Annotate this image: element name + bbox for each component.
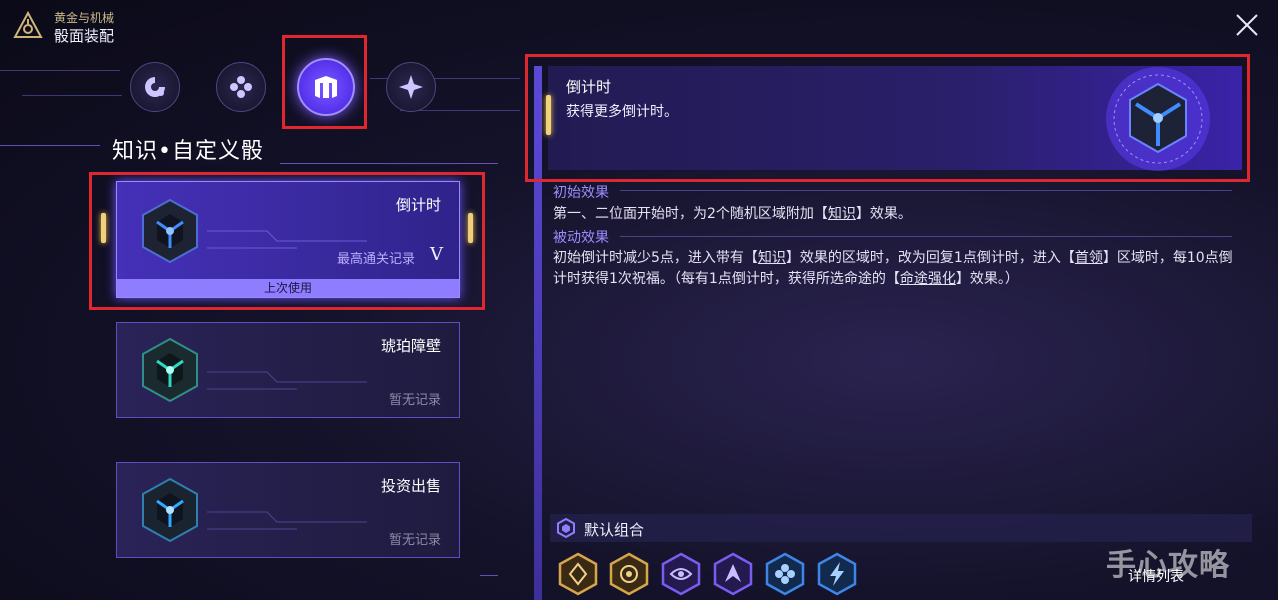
detail-dice-name: 倒计时 [566,78,612,96]
dice-name: 琥珀障壁 [380,337,441,355]
combo-icon [557,518,575,538]
app-title: 骰面装配 [54,27,115,45]
gold-swirl-icon[interactable] [607,552,651,596]
tab-knowledge[interactable] [297,58,355,116]
app-logo-icon [13,10,43,38]
harmony-path-icon [399,75,423,99]
blue-bolt-icon[interactable] [815,552,859,596]
dice-name: 倒计时 [395,196,441,214]
abundance-path-icon [230,76,252,98]
default-combo-bar [550,514,1252,542]
tab-memory[interactable] [130,62,180,112]
passive-effect-title: 被动效果 [553,230,609,246]
detail-marker [546,95,551,135]
selection-marker-left [101,213,106,243]
circuit-decoration [207,371,367,390]
keyword-knowledge[interactable]: 知识 [758,250,786,266]
last-used-badge: 上次使用 [117,279,459,297]
knowledge-path-icon [315,76,337,98]
purple-arrow-icon[interactable] [711,552,755,596]
tab-abundance[interactable] [216,62,266,112]
dice-name: 投资出售 [380,477,441,495]
investment-sale-cube-icon [142,477,198,543]
keyword-knowledge[interactable]: 知识 [828,206,856,222]
dice-card-amber-barrier[interactable]: 琥珀障壁 暂无记录 [116,322,460,418]
circuit-decoration [207,511,367,530]
keyword-boss[interactable]: 首领 [1075,250,1103,266]
blue-flower-icon[interactable] [763,552,807,596]
detail-cube-icon [1106,67,1210,171]
details-list-link[interactable]: 详情列表 [1128,566,1184,586]
memory-path-icon [145,77,165,97]
detail-dice-description: 获得更多倒计时。 [566,104,678,120]
right-panel-rail [534,66,542,600]
purple-eye-icon[interactable] [659,552,703,596]
initial-effect-title: 初始效果 [553,185,609,201]
dice-card-countdown[interactable]: 倒计时 最高通关记录 V 上次使用 [116,181,460,298]
passive-effect-text: 初始倒计时减少5点，进入带有【知识】效果的区域时，改为回复1点倒计时，进入【首领… [553,250,1233,287]
gold-hex-icon[interactable] [556,552,600,596]
record-label: 暂无记录 [388,533,441,548]
app-subtitle: 黄金与机械 [54,11,115,25]
section-title: 知识•自定义骰 [112,139,264,164]
countdown-cube-icon [142,198,198,264]
default-combo-label: 默认组合 [584,521,645,539]
tab-harmony[interactable] [386,62,436,112]
keyword-path-strengthen[interactable]: 命途强化 [900,271,956,287]
close-icon[interactable] [1230,8,1264,42]
amber-barrier-cube-icon [142,337,198,403]
record-label: 暂无记录 [388,393,441,408]
best-record-label: 最高通关记录 [336,252,415,267]
best-record-rank: V [430,244,443,265]
initial-effect-text: 第一、二位面开始时，为2个随机区域附加【知识】效果。 [553,206,912,222]
dice-card-investment-sale[interactable]: 投资出售 暂无记录 [116,462,460,558]
selection-marker-right [468,213,473,243]
